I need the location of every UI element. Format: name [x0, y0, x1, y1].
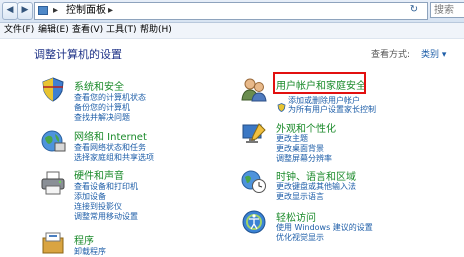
breadcrumb-control-panel[interactable]: 控制面板	[66, 3, 106, 19]
menu-bar: 文件(F) 编辑(E) 查看(V) 工具(T) 帮助(H)	[0, 23, 464, 39]
back-icon[interactable]: ◀	[2, 2, 18, 20]
link-change-display-language[interactable]: 更改显示语言	[276, 191, 324, 202]
category-hardware-sound-title[interactable]: 硬件和声音	[74, 167, 124, 182]
shield-icon	[42, 77, 64, 102]
clock-globe-icon	[241, 170, 266, 193]
link-mobility-settings[interactable]: 调整常用移动设置	[74, 211, 138, 222]
menu-tools[interactable]: 工具(T)	[106, 23, 137, 38]
category-system-security-title[interactable]: 系统和安全	[74, 78, 124, 93]
refresh-icon[interactable]: ↻	[408, 4, 420, 16]
menu-help[interactable]: 帮助(H)	[140, 23, 172, 38]
category-programs-title[interactable]: 程序	[74, 232, 94, 247]
network-globe-icon	[41, 130, 66, 152]
menu-file[interactable]: 文件(F)	[4, 23, 34, 38]
menu-edit[interactable]: 编辑(E)	[38, 23, 69, 38]
link-find-fix-problems[interactable]: 查找并解决问题	[74, 112, 130, 123]
forward-icon[interactable]: ▶	[17, 2, 33, 20]
control-panel-icon	[38, 6, 48, 15]
programs-icon	[42, 232, 64, 254]
link-parental-controls[interactable]: 为所有用户设置家长控制	[288, 104, 376, 115]
category-network-internet-title[interactable]: 网络和 Internet	[74, 128, 147, 143]
view-by-dropdown[interactable]: 类别 ▾	[421, 47, 446, 60]
printer-icon	[41, 171, 65, 195]
page-title: 调整计算机的设置	[34, 48, 122, 61]
link-homegroup-sharing[interactable]: 选择家庭组和共享选项	[74, 152, 154, 163]
search-input[interactable]: 搜索	[430, 2, 464, 18]
admin-shield-icon	[277, 103, 286, 112]
ease-of-access-icon	[242, 210, 266, 234]
breadcrumb-separator: ▸	[53, 5, 59, 16]
link-optimize-visual-display[interactable]: 优化视觉显示	[276, 232, 324, 243]
menu-view[interactable]: 查看(V)	[72, 23, 103, 38]
address-field[interactable]: ▸ 控制面板 ▸	[34, 2, 428, 20]
link-screen-resolution[interactable]: 调整屏幕分辨率	[276, 153, 332, 164]
link-uninstall-program[interactable]: 卸载程序	[74, 246, 106, 257]
monitor-paint-icon	[242, 123, 266, 143]
view-by-label: 查看方式:	[371, 50, 411, 60]
highlight-box	[273, 72, 366, 94]
breadcrumb-separator: ▸	[108, 5, 114, 16]
address-bar: ◀ ▶ ▸ 控制面板 ▸ ↻ 搜索	[0, 0, 464, 23]
users-icon	[241, 78, 267, 102]
